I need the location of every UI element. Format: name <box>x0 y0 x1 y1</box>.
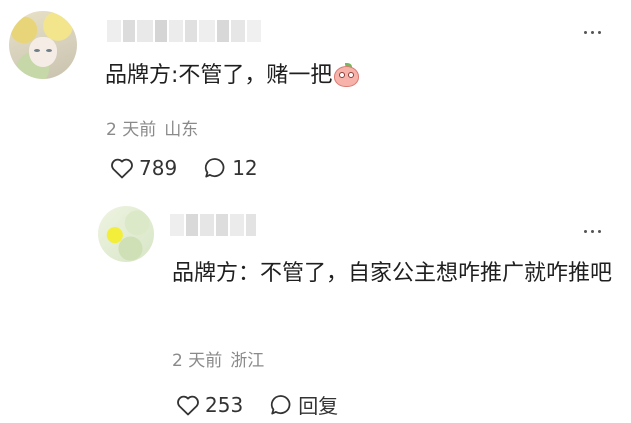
comment-location: 山东 <box>164 120 199 140</box>
username-blurred[interactable] <box>170 214 258 236</box>
comment-time: 2 天前 <box>106 120 157 140</box>
comment-actions: 789 12 <box>110 156 284 180</box>
comment-item: 品牌方:不管了，赌一把 2 天前 山东 789 12 <box>0 0 631 200</box>
more-dots-icon[interactable] <box>578 25 606 39</box>
reply-button-label: 回复 <box>298 394 339 418</box>
avatar-face <box>29 37 57 67</box>
heart-outline-icon <box>177 395 199 415</box>
comment-thread: 品牌方:不管了，赌一把 2 天前 山东 789 12 品牌方：不管了，自家公主想… <box>0 0 631 423</box>
reply-time: 2 天前 <box>172 351 223 371</box>
reply-location: 浙江 <box>230 351 265 371</box>
reply-actions: 253 回复 <box>176 390 364 419</box>
peach-face-emoji <box>334 63 360 87</box>
avatar[interactable] <box>9 11 77 79</box>
comment-text: 品牌方:不管了，赌一把 <box>105 58 360 94</box>
avatar-eye <box>34 49 40 52</box>
reply-text: 品牌方：不管了，自家公主想咋推广就咋推吧 <box>172 261 613 286</box>
username-blurred[interactable] <box>107 20 263 42</box>
heart-outline-icon <box>111 158 133 179</box>
avatar[interactable] <box>98 206 154 262</box>
reply-button[interactable]: 回复 <box>269 390 338 419</box>
reply-count: 12 <box>232 156 258 180</box>
speech-bubble-icon <box>205 158 225 178</box>
reply-meta: 2 天前 浙江 <box>172 346 264 371</box>
like-count: 253 <box>205 392 244 417</box>
like-count: 789 <box>139 156 178 180</box>
comment-body: 品牌方:不管了，赌一把 <box>105 63 333 88</box>
reply-count-button[interactable]: 12 <box>203 156 258 180</box>
more-dots-icon[interactable] <box>578 224 606 238</box>
like-button[interactable]: 253 <box>176 393 243 417</box>
comment-meta: 2 天前 山东 <box>106 115 198 140</box>
like-button[interactable]: 789 <box>110 156 177 180</box>
avatar-eye <box>46 49 52 52</box>
speech-bubble-icon <box>271 394 291 414</box>
